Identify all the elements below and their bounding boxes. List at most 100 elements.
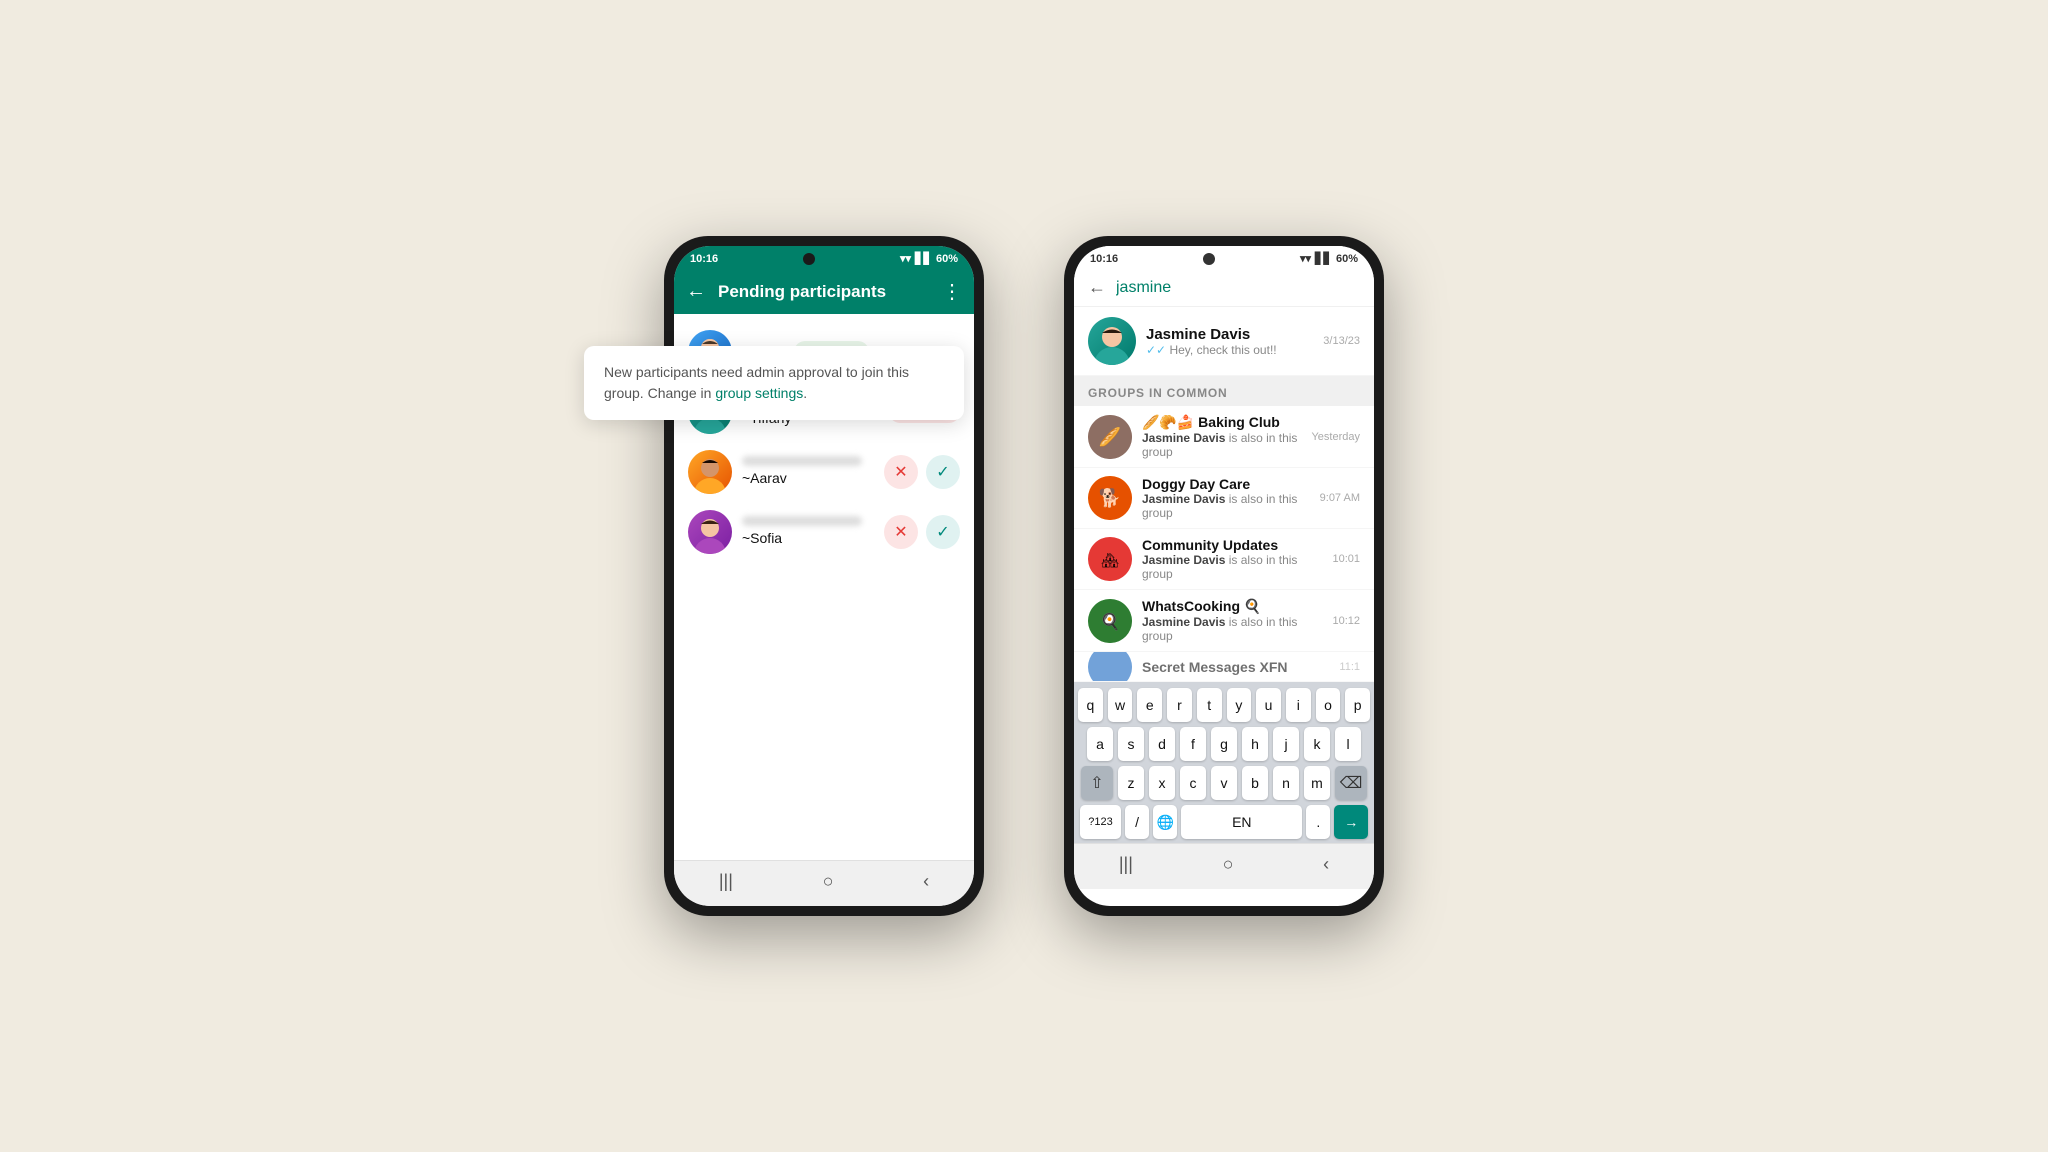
key-k[interactable]: k [1304, 727, 1330, 761]
key-c[interactable]: c [1180, 766, 1206, 800]
nav2-home-icon[interactable]: ○ [1223, 854, 1234, 875]
key-num[interactable]: ?123 [1080, 805, 1121, 839]
more-options-button[interactable]: ⋮ [942, 279, 962, 304]
key-shift[interactable]: ⇧ [1081, 766, 1113, 800]
key-a[interactable]: a [1087, 727, 1113, 761]
key-j[interactable]: j [1273, 727, 1299, 761]
key-p[interactable]: p [1345, 688, 1370, 722]
group-doggy-care[interactable]: 🐕 Doggy Day Care Jasmine Davis is also i… [1074, 468, 1374, 529]
key-space[interactable]: EN [1181, 805, 1302, 839]
key-m[interactable]: m [1304, 766, 1330, 800]
search-input[interactable] [1116, 279, 1360, 297]
reject-sofia-button[interactable]: ✕ [884, 515, 918, 549]
doggy-care-time: 9:07 AM [1320, 492, 1360, 504]
jasmine-preview-text: Hey, check this out!! [1169, 343, 1276, 357]
key-enter[interactable]: → [1334, 805, 1368, 839]
key-b[interactable]: b [1242, 766, 1268, 800]
tooltip-popup: New participants need admin approval to … [584, 346, 964, 420]
key-e[interactable]: e [1137, 688, 1162, 722]
whatscooking-name: WhatsCooking 🍳 [1142, 598, 1322, 615]
key-d[interactable]: d [1149, 727, 1175, 761]
key-v[interactable]: v [1211, 766, 1237, 800]
avatar-partial [1088, 652, 1132, 682]
approve-aarav-button[interactable]: ✓ [926, 455, 960, 489]
group-baking-club[interactable]: 🥖 🥖🥐🍰 Baking Club Jasmine Davis is also … [1074, 406, 1374, 468]
phone1-camera [803, 253, 815, 265]
whatscooking-sub: Jasmine Davis is also in this group [1142, 615, 1322, 643]
reject-aarav-button[interactable]: ✕ [884, 455, 918, 489]
blurred-name-aarav [742, 456, 862, 466]
phone1-screen: 10:16 ▾▾ ▋▋ 60% ← Pending participants ⋮ [674, 246, 974, 906]
double-tick-icon: ✓✓ [1146, 343, 1166, 357]
key-globe[interactable]: 🌐 [1153, 805, 1177, 839]
back-button[interactable]: ← [686, 280, 706, 303]
avatar-community: 🏘 [1088, 537, 1132, 581]
phones-container: New participants need admin approval to … [664, 236, 1384, 916]
nav2-recent-icon[interactable]: ||| [1119, 854, 1133, 875]
key-t[interactable]: t [1197, 688, 1222, 722]
key-q[interactable]: q [1078, 688, 1103, 722]
key-dot[interactable]: . [1306, 805, 1330, 839]
group-whatscooking[interactable]: 🍳 WhatsCooking 🍳 Jasmine Davis is also i… [1074, 590, 1374, 652]
phone2-nav-bar: ||| ○ ‹ [1074, 843, 1374, 889]
key-slash[interactable]: / [1125, 805, 1149, 839]
key-f[interactable]: f [1180, 727, 1206, 761]
community-name: Community Updates [1142, 537, 1322, 553]
whatscooking-time: 10:12 [1332, 615, 1360, 627]
tooltip-suffix: . [803, 385, 807, 401]
phone1-nav-bar: ||| ○ ‹ [674, 860, 974, 906]
jasmine-name: Jasmine Davis [1146, 326, 1313, 343]
key-x[interactable]: x [1149, 766, 1175, 800]
phone2-status-icons: ▾▾ ▋▋ 60% [1300, 252, 1358, 265]
partial-time: 11:1 [1339, 661, 1360, 673]
key-i[interactable]: i [1286, 688, 1311, 722]
baking-club-time: Yesterday [1311, 431, 1360, 443]
key-s[interactable]: s [1118, 727, 1144, 761]
section-title: GROUPS IN COMMON [1088, 386, 1360, 400]
community-info: Community Updates Jasmine Davis is also … [1142, 537, 1322, 581]
nav-home-icon[interactable]: ○ [823, 871, 834, 892]
doggy-care-sub: Jasmine Davis is also in this group [1142, 492, 1310, 520]
group-community[interactable]: 🏘 Community Updates Jasmine Davis is als… [1074, 529, 1374, 590]
blurred-name-sofia [742, 516, 862, 526]
phone2-status-bar: 10:16 ▾▾ ▋▋ 60% [1074, 246, 1374, 269]
baking-club-name: 🥖🥐🍰 Baking Club [1142, 414, 1301, 431]
phone2-screen: 10:16 ▾▾ ▋▋ 60% ← Jasmine Davis [1074, 246, 1374, 906]
avatar-baking-club: 🥖 [1088, 415, 1132, 459]
key-g[interactable]: g [1211, 727, 1237, 761]
key-backspace[interactable]: ⌫ [1335, 766, 1367, 800]
baking-club-bold: Jasmine Davis [1142, 431, 1225, 445]
wifi-icon2: ▾▾ [1300, 252, 1311, 265]
nav-back-icon[interactable]: ‹ [923, 871, 929, 892]
key-z[interactable]: z [1118, 766, 1144, 800]
battery-icon2: 60% [1336, 253, 1358, 265]
phone2-time: 10:16 [1090, 253, 1118, 265]
nav-recent-icon[interactable]: ||| [719, 871, 733, 892]
key-r[interactable]: r [1167, 688, 1192, 722]
doggy-care-info: Doggy Day Care Jasmine Davis is also in … [1142, 476, 1310, 520]
key-h[interactable]: h [1242, 727, 1268, 761]
phone1-status-icons: ▾▾ ▋▋ 60% [900, 252, 958, 265]
keyboard[interactable]: q w e r t y u i o p a s d f g h [1074, 682, 1374, 843]
key-w[interactable]: w [1108, 688, 1133, 722]
key-n[interactable]: n [1273, 766, 1299, 800]
signal-icon2: ▋▋ [1315, 252, 1332, 265]
key-o[interactable]: o [1316, 688, 1341, 722]
nav2-back-icon[interactable]: ‹ [1323, 854, 1329, 875]
search-back-button[interactable]: ← [1088, 277, 1106, 298]
key-u[interactable]: u [1256, 688, 1281, 722]
svg-text:🍳: 🍳 [1100, 612, 1120, 631]
svg-text:🏘: 🏘 [1101, 552, 1119, 568]
approve-sofia-button[interactable]: ✓ [926, 515, 960, 549]
participant-aarav: ~Aarav ✕ ✓ [674, 442, 974, 502]
contact-jasmine[interactable]: Jasmine Davis ✓✓ Hey, check this out!! 3… [1074, 307, 1374, 376]
avatar-jasmine [1088, 317, 1136, 365]
jasmine-time: 3/13/23 [1323, 335, 1360, 347]
key-l[interactable]: l [1335, 727, 1361, 761]
avatar-sofia [688, 510, 732, 554]
aarav-actions: ✕ ✓ [884, 455, 960, 489]
key-y[interactable]: y [1227, 688, 1252, 722]
kb-row-4: ?123 / 🌐 EN . → [1078, 805, 1370, 839]
tooltip-link[interactable]: group settings [715, 385, 803, 401]
community-sub: Jasmine Davis is also in this group [1142, 553, 1322, 581]
